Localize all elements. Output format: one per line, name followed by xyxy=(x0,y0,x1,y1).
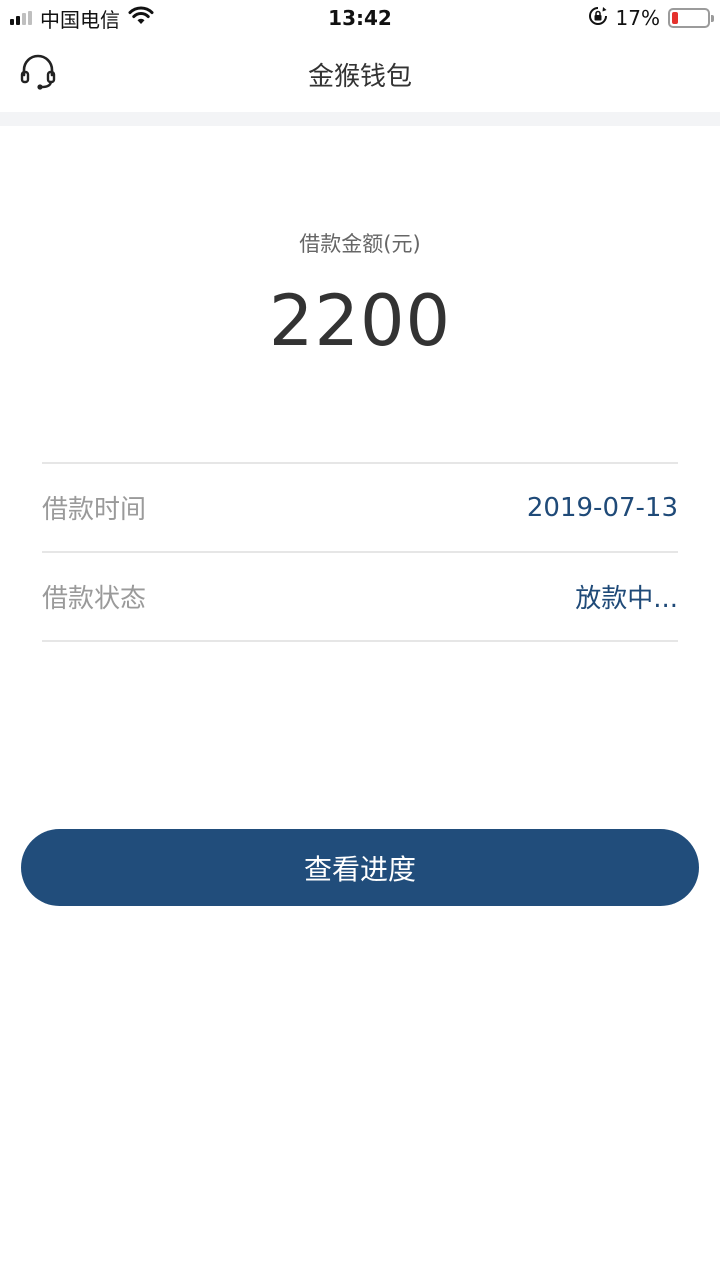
loan-time-label: 借款时间 xyxy=(42,495,147,525)
loan-time-row: 借款时间 2019-07-13 xyxy=(42,464,678,553)
loan-amount-value: 2200 xyxy=(268,280,452,362)
page-title: 金猴钱包 xyxy=(307,61,412,92)
nav-bar: 金猴钱包 xyxy=(0,36,720,112)
loan-status-value: 放款中... xyxy=(575,584,678,614)
headset-icon xyxy=(19,53,57,95)
status-bar: 中国电信 13:42 17% xyxy=(0,0,720,36)
battery-level xyxy=(672,12,678,24)
loan-info-list: 借款时间 2019-07-13 借款状态 放款中... xyxy=(42,462,678,642)
customer-service-button[interactable] xyxy=(16,52,60,96)
status-right: 17% xyxy=(588,6,714,31)
orientation-lock-icon xyxy=(588,6,608,31)
status-left: 中国电信 xyxy=(10,4,154,33)
view-progress-button[interactable]: 查看进度 xyxy=(21,829,699,906)
loan-status-row: 借款状态 放款中... xyxy=(42,553,678,642)
battery-percent: 17% xyxy=(615,6,660,30)
wifi-icon xyxy=(128,6,154,30)
loan-time-value: 2019-07-13 xyxy=(526,492,678,523)
loan-amount-label: 借款金额(元) xyxy=(299,232,421,256)
signal-icon xyxy=(10,11,32,25)
header-separator xyxy=(0,112,720,126)
loan-status-label: 借款状态 xyxy=(42,584,147,614)
carrier-name: 中国电信 xyxy=(40,7,120,32)
battery-icon xyxy=(668,8,714,28)
